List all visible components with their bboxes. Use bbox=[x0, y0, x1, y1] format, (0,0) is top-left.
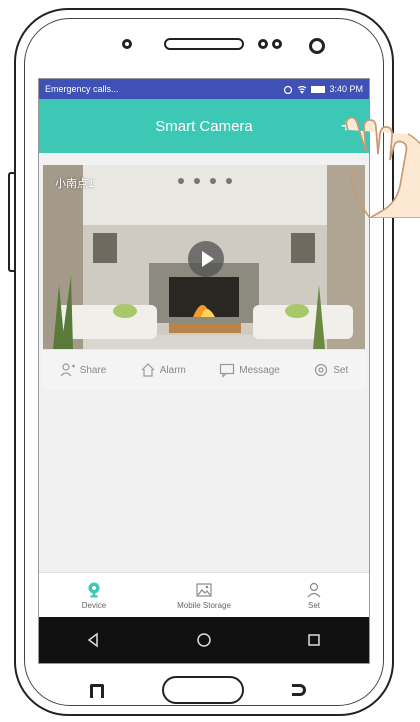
gear-icon bbox=[315, 363, 328, 377]
sensor-icon bbox=[258, 39, 268, 49]
status-bar: Emergency calls... 3:40 PM bbox=[39, 79, 369, 99]
set-button[interactable]: Set bbox=[313, 362, 348, 378]
back-icon[interactable] bbox=[85, 631, 103, 649]
front-camera-icon bbox=[122, 39, 132, 49]
system-nav-bar bbox=[39, 617, 369, 663]
speaker-grille bbox=[164, 38, 244, 50]
wifi-icon bbox=[298, 85, 307, 94]
battery-icon bbox=[311, 85, 326, 93]
share-button[interactable]: Share bbox=[60, 362, 107, 378]
status-icons bbox=[283, 85, 326, 94]
page-title: Smart Camera bbox=[155, 117, 253, 135]
camera-device-icon bbox=[88, 582, 100, 597]
sensor-icon bbox=[272, 39, 282, 49]
tab-mobile-storage-label: Mobile Storage bbox=[177, 600, 231, 610]
hardware-back-icon bbox=[292, 684, 306, 696]
message-label: Message bbox=[239, 364, 280, 376]
alarm-button[interactable]: Alarm bbox=[140, 362, 186, 378]
share-label: Share bbox=[79, 364, 107, 376]
status-time: 3:40 PM bbox=[329, 84, 363, 94]
home-alarm-icon bbox=[141, 363, 155, 377]
tab-device-label: Device bbox=[81, 600, 107, 610]
alarm-label: Alarm bbox=[159, 364, 186, 376]
play-button[interactable] bbox=[188, 241, 224, 277]
tab-set[interactable]: Set bbox=[264, 581, 364, 610]
pointing-hand-icon bbox=[345, 116, 420, 218]
gallery-icon bbox=[196, 582, 212, 597]
phone-bottom-hardware bbox=[0, 672, 420, 708]
home-icon[interactable] bbox=[195, 631, 213, 649]
hardware-recent-icon bbox=[90, 684, 104, 698]
phone-side-button bbox=[8, 172, 14, 272]
camera-action-bar: Share Alarm Message Set bbox=[43, 349, 365, 390]
bottom-nav: Device Mobile Storage Set bbox=[39, 572, 369, 617]
alarm-icon bbox=[284, 85, 293, 94]
camera-preview[interactable]: 小南点1 bbox=[43, 165, 365, 349]
message-button[interactable]: Message bbox=[219, 362, 280, 378]
tab-mobile-storage[interactable]: Mobile Storage bbox=[154, 581, 254, 610]
camera-name: 小南点1 bbox=[55, 178, 95, 190]
tab-device[interactable]: Device bbox=[44, 581, 144, 610]
user-icon bbox=[307, 582, 321, 597]
share-icon bbox=[60, 363, 75, 377]
camera-card[interactable]: 小南点1 Share Alarm Message Set bbox=[43, 165, 365, 390]
camera-lens-icon bbox=[309, 38, 325, 54]
tab-set-label: Set bbox=[307, 600, 320, 610]
message-icon bbox=[220, 363, 235, 378]
recents-icon[interactable] bbox=[305, 631, 323, 649]
play-icon bbox=[201, 251, 214, 267]
set-label: Set bbox=[333, 364, 349, 376]
phone-top-hardware bbox=[0, 36, 420, 60]
carrier-text: Emergency calls... bbox=[45, 84, 119, 94]
hardware-home-button bbox=[162, 676, 244, 704]
